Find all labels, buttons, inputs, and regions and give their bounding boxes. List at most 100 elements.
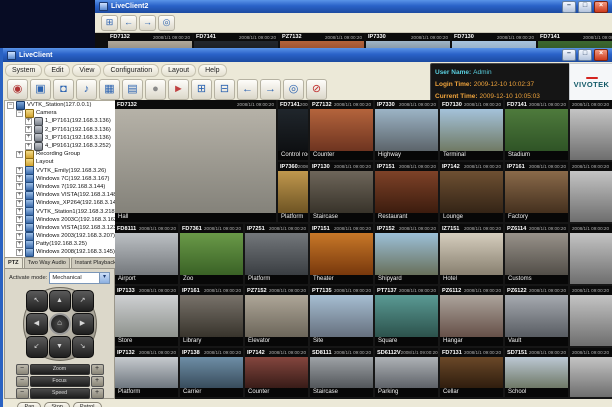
tree-item[interactable]: + Windows 2003(192.168.3.207) [5,231,116,241]
pan-down-button[interactable]: ▼ [48,336,71,358]
pan-up-right-button[interactable]: ↗ [71,290,94,312]
tree-expander[interactable]: + [16,240,23,248]
pan-left-button[interactable]: ◀ [25,313,48,335]
tree-item[interactable]: − Camera [5,108,116,118]
camera-tile[interactable]: SD8111 2008/1/1 09:00:20 Staircase [310,348,373,397]
camera-tile[interactable]: IP7142 2008/1/1 09:00:20 Counter [245,348,308,397]
camera-tile-partial[interactable]: 2008/1/1 09:00:20 [570,286,612,346]
next-page-button[interactable]: → [139,14,156,31]
zoom-plus-button[interactable]: + [90,364,104,375]
camera-tile[interactable]: SD7151 2008/1/1 09:00:20 School [505,348,568,397]
pan-down-left-button[interactable]: ↙ [25,336,48,358]
start-video-button[interactable]: ► [168,79,189,100]
tree-item[interactable]: +3_IP7161(192.168.3.136) [5,133,116,143]
tree-expander[interactable]: + [16,248,23,256]
camera-tile[interactable]: IP7251 2008/1/1 09:00:20 Platform [245,224,308,284]
print-button[interactable]: ▤ [122,79,143,100]
tree-expander[interactable]: + [16,175,23,183]
camera-tile[interactable]: IP73602008/1/1 09:00:20 Platform [278,162,308,222]
tree-expander[interactable]: + [25,142,32,150]
record-button[interactable]: ● [145,79,166,100]
camera-tile[interactable]: SD6112V 2008/1/1 09:00:20 Parking [375,348,438,397]
camera-tile-partial[interactable]: 2008/1/1 09:00:20 [570,224,612,284]
settings-button[interactable]: ▣ [30,79,51,100]
camera-tile[interactable]: IP7330 2008/1/1 09:00:20 Highway [375,100,438,160]
menu-item-layout[interactable]: Layout [161,64,197,77]
pan-home-button[interactable]: ⌂ [48,313,71,335]
menu-item-view[interactable]: View [72,64,102,77]
camera-tile[interactable]: IP7161 2008/1/1 09:00:20 Factory [505,162,568,222]
close-button[interactable]: × [594,49,608,61]
zoom-minus-button[interactable]: − [15,364,29,375]
tree-item[interactable]: + Windows VISTA(192.168.3.123) [5,223,116,233]
tree-expander[interactable]: + [16,208,23,216]
pan-up-button[interactable]: ▲ [48,290,71,312]
tree-item[interactable]: − VVTK_Station(127.0.0.1) [5,101,116,110]
tree-item[interactable]: + Windows 2008(192.168.3.145) [5,247,116,257]
focus-slider[interactable]: Focus [29,376,90,387]
camera-tile[interactable]: IP7142 2008/1/1 09:00:20 Lounge [440,162,503,222]
camera-tile[interactable]: FD7132 2008/1/1 09:00:20 Hall [115,100,276,222]
main-window-titlebar[interactable]: LiveClient – □ × [3,48,612,62]
activate-mode-select[interactable]: Mechanical ▾ [49,272,110,284]
camera-tile[interactable]: PT7137 2008/1/1 09:00:20 Square [375,286,438,346]
tree-item[interactable]: Layout [5,157,116,167]
tree-expander[interactable]: + [16,224,23,232]
camera-tile[interactable]: IP7152 2008/1/1 09:00:20 Shipyard [375,224,438,284]
tree-expander[interactable]: + [25,126,32,134]
tree-item[interactable]: +4_IP9161(192.168.3.252) [5,141,116,151]
tree-item[interactable]: +1_IP7161(192.168.3.136) [5,116,116,126]
refresh-view-button[interactable]: ◎ [158,14,175,31]
menu-item-system[interactable]: System [5,64,43,77]
camera-tile[interactable]: PZ7152 2008/1/1 09:00:20 Elevator [245,286,308,346]
camera-tile[interactable]: IP7161 2008/1/1 09:00:20 Library [180,286,243,346]
tab-ptz[interactable]: PTZ [4,257,23,268]
audio-button[interactable]: ♪ [76,79,97,100]
camera-tile[interactable]: IP7133 2008/1/1 09:00:20 Store [115,286,178,346]
camera-tile[interactable]: FD7131 2008/1/1 09:00:20 Cellar [440,348,503,397]
tree-expander[interactable]: + [25,117,32,125]
camera-tile[interactable]: FD8111 2008/1/1 09:00:20 Airport [115,224,178,284]
tab-instant-playback[interactable]: Instant Playback [70,257,120,268]
camera-tile[interactable]: IP7138 2008/1/1 09:00:20 Carrier [180,348,243,397]
stop-all-button[interactable]: ⊘ [306,79,327,100]
lock-button[interactable]: ◘ [53,79,74,100]
camera-tile-partial[interactable]: 2008/1/1 09:00:20 [570,162,612,222]
maximize-button[interactable]: □ [578,49,592,61]
prev-page-button[interactable]: ← [237,79,258,100]
snapshot-button[interactable]: ▦ [99,79,120,100]
camera-tile[interactable]: FD71412008/1/1 09:00:20 Control room [278,100,308,160]
minimize-button[interactable]: – [562,49,576,61]
search-button[interactable]: ◎ [283,79,304,100]
speed-plus-button[interactable]: + [90,388,104,399]
tree-expander[interactable]: − [16,109,23,117]
tree-item[interactable]: + Windows 7(192.168.3.144) [5,182,116,192]
tree-item[interactable]: + Windows VISTA(192.168.3.148) [5,190,116,200]
menu-item-help[interactable]: Help [198,64,227,77]
focus-minus-button[interactable]: − [15,376,29,387]
tree-expander[interactable]: − [7,101,14,109]
camera-tile[interactable]: IP7151 2008/1/1 09:00:20 Theater [310,224,373,284]
tree-item[interactable]: + Recording Group [5,149,116,159]
zoom-slider[interactable]: Zoom [29,364,90,375]
minimize-button[interactable]: – [562,0,576,13]
change-layout-button[interactable]: ⊟ [214,79,235,100]
tree-expander[interactable]: + [16,232,23,240]
camera-tile[interactable]: PZ6112 2008/1/1 09:00:20 Hangar [440,286,503,346]
tree-item[interactable]: + Windows 2003C(192.168.3.162) [5,215,116,225]
tree-item[interactable]: + Patty(192.168.3.25) [5,239,116,249]
focus-plus-button[interactable]: + [90,376,104,387]
tree-expander[interactable]: + [16,150,23,158]
tree-expander[interactable]: + [16,183,23,191]
tree-expander[interactable]: + [25,134,32,142]
menu-item-edit[interactable]: Edit [44,64,71,77]
next-page-button[interactable]: → [260,79,281,100]
pan-right-button[interactable]: ▶ [71,313,94,335]
camera-tile-partial[interactable]: 2008/1/1 09:00:20 [570,348,612,397]
camera-tile-partial[interactable]: 2008/1/1 09:00:20 [570,100,612,160]
camera-tile[interactable]: FD7361 2008/1/1 09:00:20 Zoo [180,224,243,284]
layout-grid-button[interactable]: ⊞ [101,14,118,31]
camera-tile[interactable]: PT7135 2008/1/1 09:00:20 Site [310,286,373,346]
background-window-titlebar[interactable]: LiveClient2 – □ × [95,0,612,13]
camera-tile[interactable]: PZ6114 2008/1/1 09:00:20 Customs [505,224,568,284]
